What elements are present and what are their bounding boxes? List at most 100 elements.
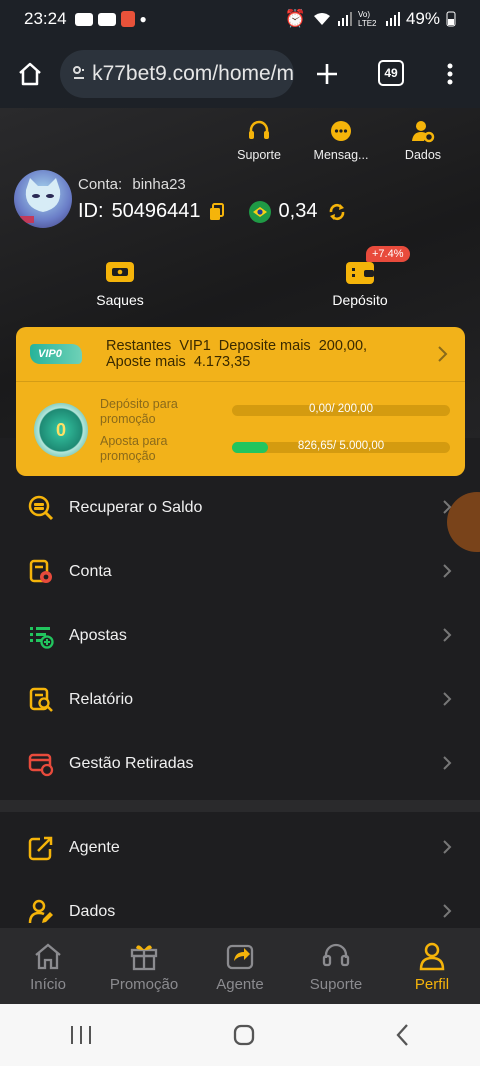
data-shortcut[interactable]: Dados	[386, 118, 460, 162]
messages-shortcut[interactable]: Mensag...	[304, 118, 378, 162]
avatar-cat-image	[20, 178, 61, 223]
menu-item-account[interactable]: Conta	[0, 540, 480, 604]
menu-item-data[interactable]: Dados	[0, 880, 480, 928]
gift-icon	[130, 944, 158, 970]
menu-item-agent[interactable]: Agente	[0, 816, 480, 880]
account-row: Conta: binha23	[78, 176, 186, 193]
youtube-icon	[97, 12, 116, 26]
browser-toolbar: k77bet9.com/home/m 49	[0, 38, 480, 108]
recent-apps-button[interactable]	[69, 1024, 93, 1046]
account-name: binha23	[132, 176, 186, 193]
dot-icon: ●	[139, 12, 147, 26]
menu-label: Relatório	[69, 691, 134, 708]
tab-promotion[interactable]: Promoção	[96, 928, 192, 1004]
menu-label: Gestão Retiradas	[69, 755, 194, 772]
tab-home[interactable]: Início	[0, 928, 96, 1004]
deposit-button[interactable]: Depósito	[320, 258, 400, 308]
new-tab-button[interactable]	[314, 61, 340, 87]
menu-item-withdraw-management[interactable]: Gestão Retiradas	[0, 732, 480, 796]
vip-level-coin: 0	[34, 403, 88, 457]
bets-list-icon	[30, 627, 54, 649]
id-balance-row: ID: 50496441 0,34	[78, 200, 347, 223]
tab-label: Suporte	[309, 975, 363, 993]
tab-profile[interactable]: Perfil	[384, 928, 480, 1004]
menu-label: Agente	[69, 839, 120, 856]
chevron-right-icon	[443, 692, 452, 706]
site-settings-icon[interactable]	[72, 64, 85, 84]
brazil-flag-icon	[248, 200, 271, 223]
profile-menu: Recuperar o Saldo Conta Apostas Relatóri…	[0, 476, 480, 928]
coin-search-icon	[28, 495, 54, 521]
tab-label: Perfil	[414, 975, 450, 993]
vip-next-level: VIP1	[179, 338, 211, 354]
chevron-right-icon	[443, 904, 452, 918]
refresh-icon[interactable]	[327, 202, 347, 222]
network-label: Vo) LTE2	[357, 10, 377, 28]
vip-bet-more-value: 4.173,35	[193, 354, 251, 370]
chevron-right-icon	[443, 628, 452, 642]
home-button[interactable]	[16, 60, 44, 88]
menu-label: Recuperar o Saldo	[69, 499, 203, 516]
menu-item-recover-balance[interactable]: Recuperar o Saldo	[0, 476, 480, 540]
support-label: Suporte	[237, 148, 281, 162]
bottom-tab-bar: Início Promoção Agente Suporte Perfil	[0, 928, 480, 1004]
clock: 23:24	[24, 9, 67, 28]
wallet-icon	[346, 262, 374, 284]
copy-icon[interactable]	[209, 202, 225, 221]
messages-label: Mensag...	[313, 148, 369, 162]
status-bar: 23:24 ● ⏰ Vo) LTE2 49%	[0, 0, 480, 38]
bet-progress-bar: 826,65/ 5.000,00	[232, 440, 450, 453]
avatar[interactable]	[14, 170, 72, 228]
signal-icon-2	[385, 12, 400, 26]
chevron-right-icon	[443, 756, 452, 770]
home-icon	[35, 943, 61, 969]
system-nav-bar	[0, 1004, 480, 1066]
share-out-icon	[28, 836, 53, 861]
support-shortcut[interactable]: Suporte	[222, 118, 296, 162]
headset-icon	[322, 943, 350, 966]
menu-label: Conta	[69, 563, 112, 580]
withdraw-icon	[106, 262, 134, 282]
report-search-icon	[29, 687, 53, 712]
menu-label: Dados	[69, 903, 116, 920]
notification-icons: ●	[74, 11, 147, 27]
vip-progress-card[interactable]: VIP0 Restantes VIP1 Deposite mais 200,00…	[16, 327, 465, 476]
tab-label: Promoção	[109, 975, 179, 993]
more-menu-button[interactable]	[446, 62, 454, 86]
meet-icon	[74, 12, 93, 26]
vip-deposit-more-label: Deposite mais	[218, 338, 311, 354]
profile-page: Suporte Mensag... Dados Conta: binha23 I…	[0, 108, 480, 928]
tab-label: Início	[30, 975, 66, 993]
home-nav-button[interactable]	[232, 1023, 256, 1047]
vip-deposit-more-value: 200,00,	[318, 338, 368, 354]
signal-icon	[337, 12, 352, 26]
id-label: ID:	[78, 200, 104, 222]
vip-remaining-label: Restantes	[106, 338, 172, 354]
back-button[interactable]	[395, 1023, 411, 1047]
chevron-right-icon	[438, 346, 448, 362]
menu-divider	[0, 800, 480, 812]
deposit-promo-label: Depósito para promoção	[100, 397, 178, 426]
tab-count: 49	[384, 66, 398, 80]
user-edit-icon	[28, 899, 53, 924]
menu-item-bets[interactable]: Apostas	[0, 604, 480, 668]
bet-progress-text: 826,65/ 5.000,00	[297, 440, 385, 452]
menu-item-report[interactable]: Relatório	[0, 668, 480, 732]
vip-coin-level: 0	[55, 419, 66, 440]
headset-icon	[249, 120, 269, 139]
tab-agent[interactable]: Agente	[192, 928, 288, 1004]
user-gear-icon	[412, 121, 435, 143]
vip-summary-row: VIP0 Restantes VIP1 Deposite mais 200,00…	[16, 327, 465, 382]
address-bar[interactable]: k77bet9.com/home/m	[60, 50, 294, 98]
tab-support[interactable]: Suporte	[288, 928, 384, 1004]
balance-value: 0,34	[278, 200, 318, 222]
data-label: Dados	[404, 148, 442, 162]
header-shortcuts: Suporte Mensag... Dados	[222, 118, 460, 162]
vip-requirements: Restantes VIP1 Deposite mais 200,00, Apo…	[106, 338, 367, 370]
deposit-label: Depósito	[332, 292, 388, 308]
deposit-progress-bar: 0,00/ 200,00	[232, 403, 450, 416]
id-value: 50496441	[111, 200, 201, 222]
vip-bet-more-label: Aposte mais	[106, 354, 186, 370]
withdraw-button[interactable]: Saques	[88, 258, 152, 308]
tab-switcher-button[interactable]: 49	[378, 60, 404, 86]
